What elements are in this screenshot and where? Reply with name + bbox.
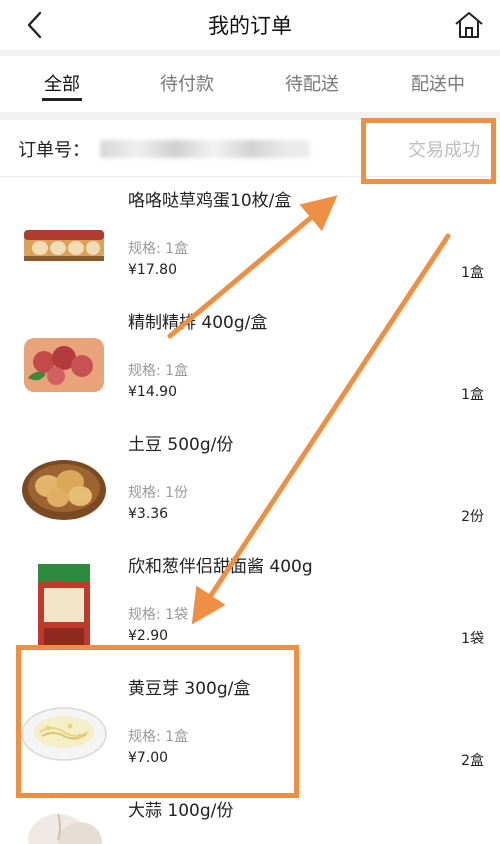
item-quantity: 2份 [461, 509, 484, 525]
item-name: 土豆 500g/份 [128, 435, 234, 455]
item-price: ¥17.80 [128, 262, 177, 278]
item-name: 咯咯哒草鸡蛋10枚/盒 [128, 191, 292, 211]
item-name: 黄豆芽 300g/盒 [128, 679, 251, 699]
order-item[interactable]: 精制精排 400g/盒 规格: 1盒 ¥14.90 1盒 [0, 304, 500, 426]
order-card[interactable]: 订单号： 交易成功 咯咯哒草鸡蛋10枚/盒 规格: 1盒 ¥17.80 1盒 精 [0, 120, 500, 844]
pork-ribs-image [24, 338, 104, 392]
item-price: ¥2.90 [128, 628, 169, 644]
tab-pending-delivery[interactable]: 待配送 [282, 70, 342, 96]
item-quantity: 1盒 [461, 387, 484, 403]
order-status: 交易成功 [408, 140, 480, 161]
order-item[interactable]: 土豆 500g/份 规格: 1份 ¥3.36 2份 [0, 426, 500, 548]
potato-basket-image [22, 460, 106, 520]
item-price: ¥7.00 [128, 750, 169, 766]
garlic-image [28, 813, 102, 844]
back-button[interactable] [18, 8, 52, 42]
order-item[interactable]: 大蒜 100g/份 [0, 792, 500, 844]
order-item[interactable]: 黄豆芽 300g/盒 规格: 1盒 ¥7.00 2盒 [0, 670, 500, 792]
home-button[interactable] [452, 8, 486, 42]
item-quantity: 1袋 [461, 631, 484, 647]
tab-pending-payment[interactable]: 待付款 [157, 70, 217, 96]
item-name: 欣和葱伴侣甜面酱 400g [128, 557, 313, 577]
order-number-label: 订单号： [18, 140, 90, 161]
item-spec: 规格: 1盒 [128, 729, 189, 745]
order-item[interactable]: 咯咯哒草鸡蛋10枚/盒 规格: 1盒 ¥17.80 1盒 [0, 182, 500, 304]
item-price: ¥14.90 [128, 384, 177, 400]
order-tabs: 全部 待付款 待配送 配送中 [0, 56, 500, 112]
tab-all[interactable]: 全部 [42, 70, 82, 96]
item-spec: 规格: 1盒 [128, 241, 189, 257]
egg-box-image [24, 230, 104, 261]
item-quantity: 2盒 [461, 753, 484, 769]
active-tab-indicator [42, 98, 82, 101]
sauce-bag-image [38, 564, 90, 650]
item-spec: 规格: 1盒 [128, 363, 189, 379]
top-bar: 我的订单 [0, 0, 500, 50]
item-quantity: 1盒 [461, 265, 484, 281]
item-spec: 规格: 1份 [128, 485, 189, 501]
order-item[interactable]: 欣和葱伴侣甜面酱 400g 规格: 1袋 ¥2.90 1袋 [0, 548, 500, 670]
item-spec: 规格: 1袋 [128, 607, 189, 623]
item-price: ¥3.36 [128, 506, 169, 522]
page-title: 我的订单 [208, 14, 292, 38]
chevron-left-icon [27, 11, 42, 39]
bean-sprouts-image [21, 707, 107, 761]
order-header: 订单号： 交易成功 [0, 120, 500, 177]
item-name: 精制精排 400g/盒 [128, 313, 268, 333]
item-name: 大蒜 100g/份 [128, 801, 234, 821]
tab-delivering[interactable]: 配送中 [408, 70, 468, 96]
order-number-redacted [100, 140, 310, 158]
home-icon [455, 12, 483, 38]
